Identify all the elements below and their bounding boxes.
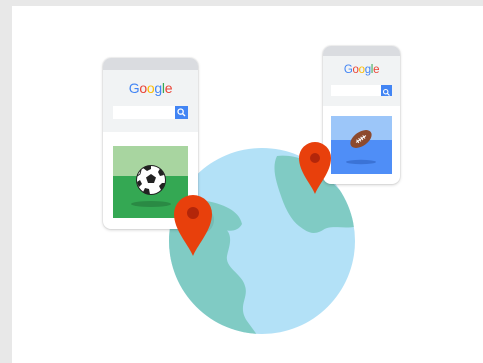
illustration-canvas: Google Google	[12, 6, 483, 363]
search-icon	[177, 108, 186, 117]
card-top-bar	[103, 58, 198, 70]
map-pin-icon-right	[299, 142, 331, 194]
card-search-area: Google	[103, 70, 198, 132]
soccer-ball-icon	[136, 165, 166, 195]
search-button[interactable]	[381, 85, 392, 96]
google-logo: Google	[343, 64, 380, 76]
american-football-icon	[350, 130, 372, 148]
search-input[interactable]	[331, 85, 381, 96]
card-top-bar	[323, 46, 400, 56]
google-logo: Google	[128, 80, 173, 96]
phone-card-right: Google	[323, 46, 400, 184]
search-input[interactable]	[113, 106, 175, 119]
card-search-area: Google	[323, 56, 400, 106]
football-picture	[331, 116, 392, 174]
map-pin-icon-left	[174, 195, 214, 256]
search-icon	[382, 88, 390, 96]
search-button[interactable]	[175, 106, 188, 119]
